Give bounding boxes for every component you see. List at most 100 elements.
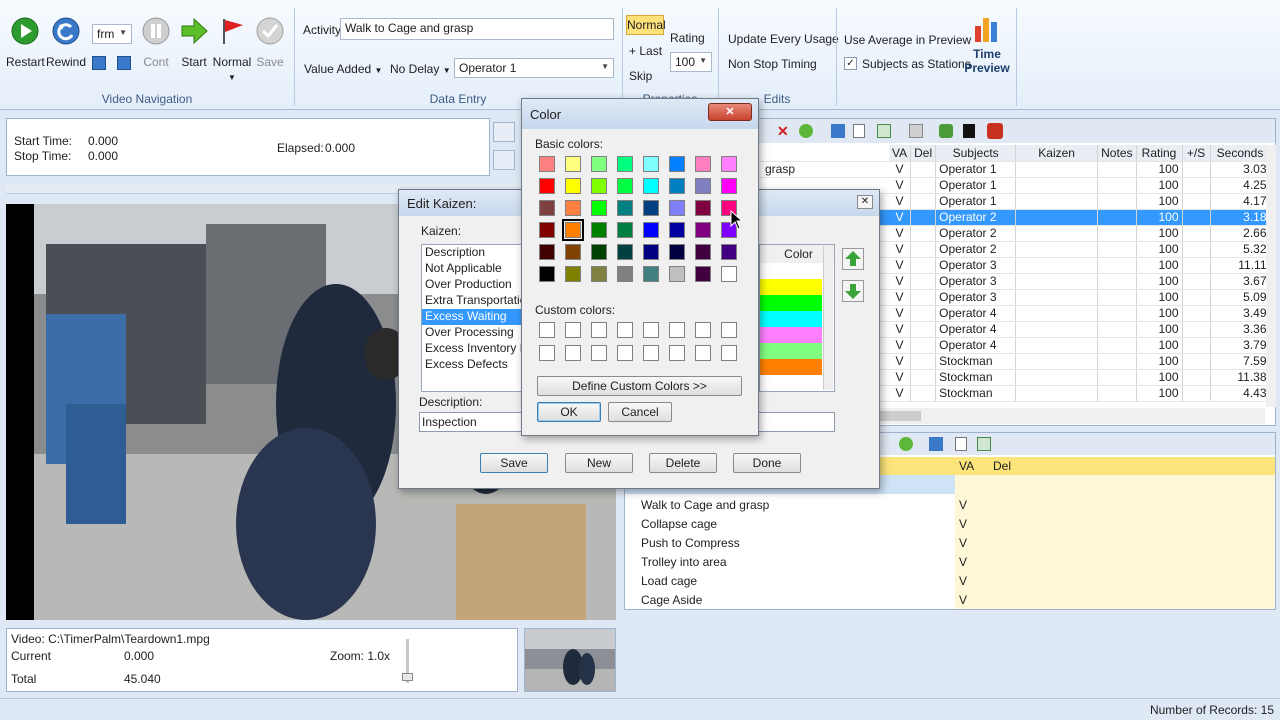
va-cell[interactable]: V [889,289,912,306]
basic-color-swatch[interactable] [617,222,633,238]
plus-s-cell[interactable] [1182,337,1211,354]
table-icon[interactable] [877,124,891,138]
basic-color-swatch[interactable] [565,200,581,216]
update-every-usage-option[interactable]: Update Every Usage [728,32,839,46]
basic-color-swatch[interactable] [617,200,633,216]
basic-color-swatch[interactable] [695,156,711,172]
seconds-cell[interactable]: 3.67 [1210,273,1271,290]
notes-cell[interactable] [1097,353,1137,370]
seconds-cell[interactable]: 3.49 [1210,305,1271,322]
use-average-option[interactable]: Use Average in Preview [844,33,971,47]
refresh-icon[interactable] [899,437,913,451]
basic-color-swatch[interactable] [565,156,581,172]
subject-cell[interactable]: Operator 4 [935,337,1017,354]
subject-cell[interactable]: Operator 3 [935,273,1017,290]
rating-cell[interactable]: 100 [1136,385,1183,402]
kaizen-cell[interactable] [1015,337,1099,354]
basic-color-swatch[interactable] [643,222,659,238]
rating-cell[interactable]: 100 [1136,289,1183,306]
seconds-cell[interactable]: 5.09 [1210,289,1271,306]
del-cell[interactable] [910,369,937,386]
kaizen-cell[interactable] [1015,193,1099,210]
print-icon[interactable] [909,124,923,138]
seconds-cell[interactable]: 7.59 [1210,353,1271,370]
basic-color-swatch[interactable] [591,156,607,172]
kaizen-cell[interactable] [1015,321,1099,338]
camera-icon[interactable] [493,122,515,142]
custom-color-swatch[interactable] [591,345,607,361]
basic-color-swatch[interactable] [721,244,737,260]
plus-s-cell[interactable] [1182,241,1211,258]
subject-cell[interactable]: Operator 1 [935,177,1017,194]
custom-color-swatch[interactable] [721,322,737,338]
basic-color-swatch[interactable] [617,156,633,172]
kaizen-cell[interactable] [1015,257,1099,274]
basic-color-swatch[interactable] [591,222,607,238]
basic-color-swatch[interactable] [721,266,737,282]
non-stop-timing-option[interactable]: Non Stop Timing [728,57,817,71]
rating-column-header[interactable]: Rating [1136,145,1183,162]
seconds-cell[interactable]: 4.25 [1210,177,1271,194]
basic-color-swatch[interactable] [643,156,659,172]
del-cell[interactable] [910,257,937,274]
del-cell[interactable] [910,305,937,322]
rating-cell[interactable]: 100 [1136,353,1183,370]
kaizen-cell[interactable] [1015,209,1099,226]
plus-s-cell[interactable] [1182,369,1211,386]
plus-s-cell[interactable] [1182,321,1211,338]
custom-color-swatch[interactable] [669,345,685,361]
notes-cell[interactable] [1097,369,1137,386]
rating-select[interactable]: 100 ▼ [670,52,712,72]
plus-s-cell[interactable] [1182,305,1211,322]
rating-cell[interactable]: 100 [1136,305,1183,322]
list-item[interactable]: Collapse cage V [625,514,1275,533]
custom-color-swatch[interactable] [695,345,711,361]
rating-cell[interactable]: 100 [1136,369,1183,386]
seconds-cell[interactable]: 4.17 [1210,193,1271,210]
activity-del-header[interactable]: Del [993,459,1011,473]
step-back-icon[interactable] [92,56,106,70]
subject-cell[interactable]: Operator 3 [935,289,1017,306]
va-cell[interactable]: V [889,209,912,226]
subject-cell[interactable]: Operator 3 [935,257,1017,274]
subject-cell[interactable]: Operator 2 [935,225,1017,242]
basic-color-swatch[interactable] [695,200,711,216]
del-column-header[interactable]: Del [910,145,937,162]
list-item[interactable]: Push to Compress V [625,533,1275,552]
custom-color-swatch[interactable] [565,322,581,338]
kaizen-item[interactable]: Description [422,245,526,261]
define-custom-colors-button[interactable]: Define Custom Colors >> [537,376,742,396]
notes-cell[interactable] [1097,209,1137,226]
kaizen-cell[interactable] [1015,385,1099,402]
notes-column-header[interactable]: Notes [1097,145,1137,162]
last-option[interactable]: + Last [629,44,662,58]
continue-button[interactable]: Cont [138,16,174,69]
kaizen-delete-button[interactable]: Delete [649,453,717,473]
seconds-cell[interactable]: 4.43 [1210,385,1271,402]
rating-cell[interactable]: 100 [1136,161,1183,178]
notes-cell[interactable] [1097,193,1137,210]
subjects-stations-checkbox[interactable]: ✓ [844,57,857,70]
basic-color-swatch[interactable] [695,266,711,282]
plus-s-cell[interactable] [1182,161,1211,178]
seconds-cell[interactable]: 11.38 [1210,369,1271,386]
subject-cell[interactable]: Stockman [935,385,1017,402]
basic-color-swatch[interactable] [565,244,581,260]
plus-s-cell[interactable] [1182,177,1211,194]
basic-color-swatch[interactable] [669,178,685,194]
custom-color-swatch[interactable] [721,345,737,361]
video-thumbnail[interactable] [524,628,616,692]
del-cell[interactable] [910,321,937,338]
basic-color-swatch[interactable] [695,222,711,238]
subject-cell[interactable]: Operator 2 [935,241,1017,258]
activity-input[interactable]: Walk to Cage and grasp [340,18,614,40]
plus-s-cell[interactable] [1182,257,1211,274]
del-cell[interactable] [910,225,937,242]
kaizen-color-swatch[interactable] [760,343,822,359]
va-column-header[interactable]: VA [889,145,912,162]
basic-color-swatch[interactable] [539,156,555,172]
va-cell[interactable]: V [889,385,912,402]
notes-cell[interactable] [1097,337,1137,354]
seconds-cell[interactable]: 3.03 [1210,161,1271,178]
basic-color-swatch[interactable] [669,156,685,172]
